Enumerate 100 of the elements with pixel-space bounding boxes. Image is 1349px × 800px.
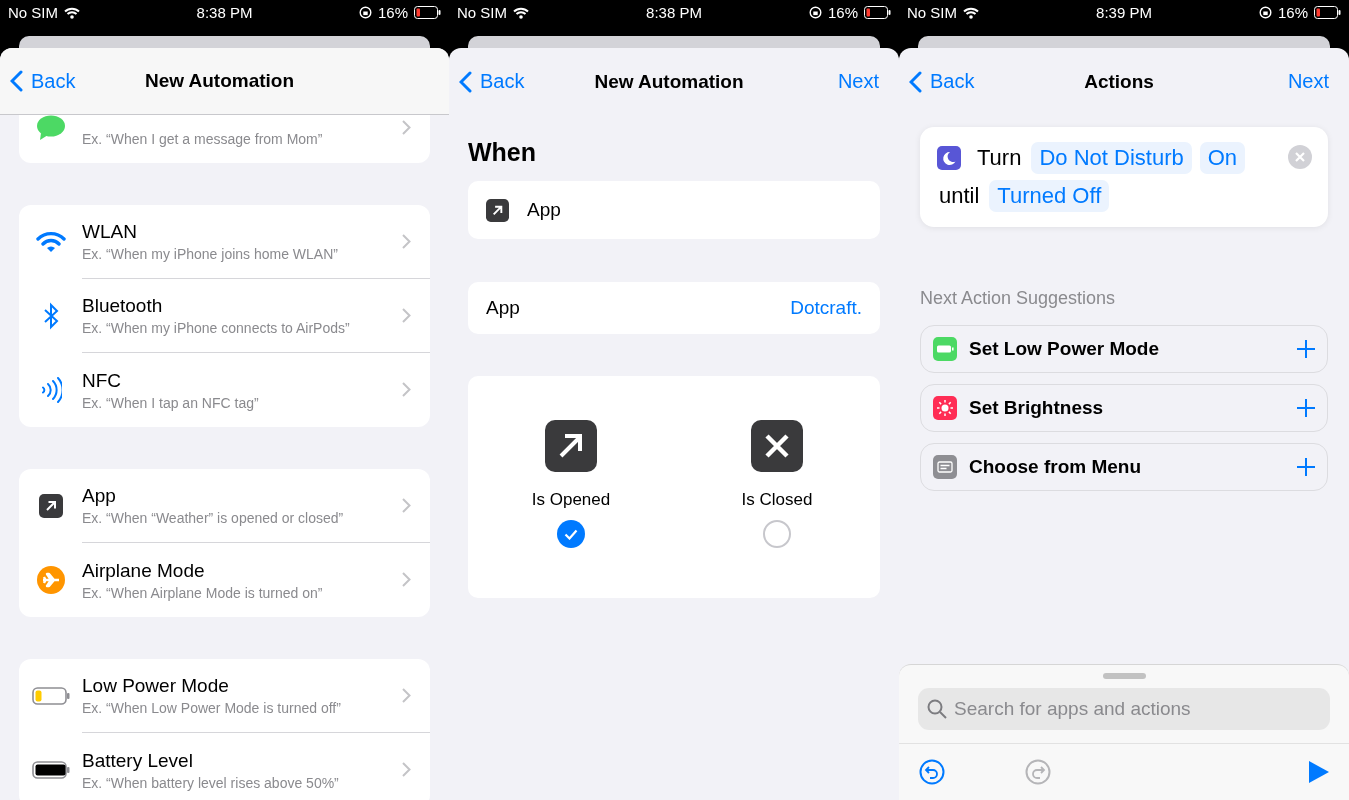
search-icon — [927, 699, 947, 719]
trigger-title: Battery Level — [82, 749, 193, 772]
trigger-example: Ex. “When Airplane Mode is turned on” — [82, 584, 323, 601]
next-button[interactable]: Next — [1287, 70, 1329, 93]
trigger-row[interactable]: Airplane Mode Ex. “When Airplane Mode is turned on” — [19, 543, 430, 617]
chevron-icon — [402, 120, 411, 135]
rotation-lock-icon — [1258, 6, 1272, 19]
battery-icon — [31, 687, 70, 705]
radio-button[interactable] — [763, 520, 791, 548]
screen-title: Actions — [1084, 70, 1154, 93]
section-heading: When — [468, 138, 537, 167]
back-chevron-icon — [10, 70, 23, 92]
wifi-icon — [64, 6, 80, 19]
carrier-text: No SIM — [907, 4, 957, 21]
moon-icon — [937, 146, 961, 170]
trigger-example: Ex. “When battery level rises above 50%” — [82, 774, 339, 791]
next-button[interactable]: Next — [837, 70, 879, 93]
chevron-icon — [402, 572, 411, 587]
airplane-icon — [36, 566, 65, 594]
wifi-icon — [513, 6, 529, 19]
suggestions-heading: Next Action Suggestions — [920, 288, 1117, 309]
menu-icon — [933, 455, 957, 479]
play-button[interactable] — [1309, 761, 1329, 783]
trigger-row[interactable]: NFC Ex. “When I tap an NFC tag” — [19, 353, 430, 427]
battery-icon — [864, 6, 891, 19]
check-icon — [564, 528, 578, 540]
trigger-card[interactable]: App — [468, 181, 880, 239]
trigger-row[interactable]: App Ex. “When “Weather” is opened or closed” — [19, 469, 430, 543]
trigger-title: Bluetooth — [82, 295, 163, 317]
trigger-row[interactable]: Low Power Mode Ex. “When Low Power Mode is turned off” — [19, 659, 430, 733]
battery-icon — [933, 337, 957, 361]
screen-title: New Automation — [144, 70, 295, 92]
app-picker-row[interactable]: App Dotcraft. — [468, 282, 880, 334]
close-x-icon — [751, 420, 803, 472]
rotation-lock-icon — [808, 6, 822, 19]
speech-bubble-icon — [35, 115, 66, 141]
back-chevron-icon — [459, 70, 472, 93]
chevron-icon — [402, 234, 411, 249]
carrier-text: No SIM — [457, 4, 507, 21]
suggestion-label: Choose from Menu — [969, 456, 1143, 478]
plus-icon[interactable] — [1297, 458, 1315, 476]
trigger-title: WLAN — [82, 221, 137, 243]
trigger-example: Ex. “When my iPhone connects to AirPods” — [82, 320, 350, 336]
trigger-example: Ex. “When I tap an NFC tag” — [82, 394, 259, 411]
chevron-icon — [402, 308, 411, 323]
trigger-row[interactable]: Ex. “When I get a message from Mom” — [19, 115, 430, 163]
rotation-lock-icon — [358, 6, 372, 19]
trigger-example: Ex. “When “Weather” is opened or closed” — [82, 510, 344, 526]
carrier-text: No SIM — [8, 4, 58, 21]
battery-percent: 16% — [1277, 4, 1308, 21]
app-label: App — [486, 297, 520, 319]
redo-button[interactable] — [1025, 759, 1051, 785]
trigger-title: NFC — [82, 369, 122, 392]
trigger-row[interactable]: Battery Level Ex. “When battery level rises above 50%” — [19, 733, 430, 800]
option-label: Is Opened — [531, 490, 611, 510]
undo-button[interactable] — [919, 759, 945, 785]
plus-icon[interactable] — [1297, 399, 1315, 417]
battery-icon — [1314, 6, 1341, 19]
screen-title: New Automation — [594, 70, 744, 93]
trigger-example: Ex. “When Low Power Mode is turned off” — [82, 700, 341, 716]
action-text: Turn — [976, 145, 1023, 171]
wifi-icon — [963, 6, 979, 19]
trigger-example: Ex. “When my iPhone joins home WLAN” — [82, 246, 338, 262]
trigger-title: App — [82, 485, 116, 507]
suggestion-label: Set Brightness — [969, 397, 1105, 419]
clock-text: 8:39 PM — [1096, 4, 1152, 21]
nfc-icon — [39, 377, 62, 403]
chevron-icon — [402, 762, 411, 777]
trigger-row[interactable]: Bluetooth Ex. “When my iPhone connects to AirPods” — [19, 279, 430, 353]
search-field[interactable]: Search for apps and actions — [918, 688, 1330, 730]
trigger-title: Low Power Mode — [82, 675, 229, 697]
chevron-icon — [402, 382, 411, 397]
parameter-token[interactable]: Do Not Disturb — [1031, 142, 1192, 174]
trigger-label: App — [527, 199, 561, 221]
parameter-token[interactable]: On — [1199, 142, 1246, 174]
trigger-title: Airplane Mode — [82, 559, 205, 582]
back-button[interactable]: Back — [10, 69, 76, 93]
back-button[interactable]: Back — [459, 70, 525, 93]
radio-button[interactable] — [557, 520, 585, 548]
chevron-icon — [402, 498, 411, 513]
battery-icon — [31, 761, 70, 779]
trigger-example: Ex. “When I get a message from Mom” — [82, 131, 323, 147]
suggestion-row[interactable]: Choose from Menu — [920, 443, 1328, 491]
suggestion-label: Set Low Power Mode — [969, 338, 1161, 360]
clock-text: 8:38 PM — [646, 4, 702, 21]
back-button[interactable]: Back — [909, 70, 975, 93]
grab-handle[interactable] — [1102, 673, 1146, 679]
parameter-token[interactable]: Turned Off — [989, 180, 1110, 212]
sun-icon — [933, 396, 957, 420]
back-chevron-icon — [909, 70, 922, 93]
option-label: Is Closed — [741, 490, 813, 510]
bluetooth-icon — [42, 302, 59, 330]
clock-text: 8:38 PM — [196, 4, 253, 21]
suggestion-row[interactable]: Set Low Power Mode — [920, 325, 1328, 373]
plus-icon[interactable] — [1297, 340, 1315, 358]
app-value: Dotcraft. — [790, 297, 862, 319]
battery-icon — [414, 6, 441, 19]
suggestion-row[interactable]: Set Brightness — [920, 384, 1328, 432]
chevron-icon — [402, 688, 411, 703]
trigger-row[interactable]: WLAN Ex. “When my iPhone joins home WLAN” — [19, 205, 430, 279]
